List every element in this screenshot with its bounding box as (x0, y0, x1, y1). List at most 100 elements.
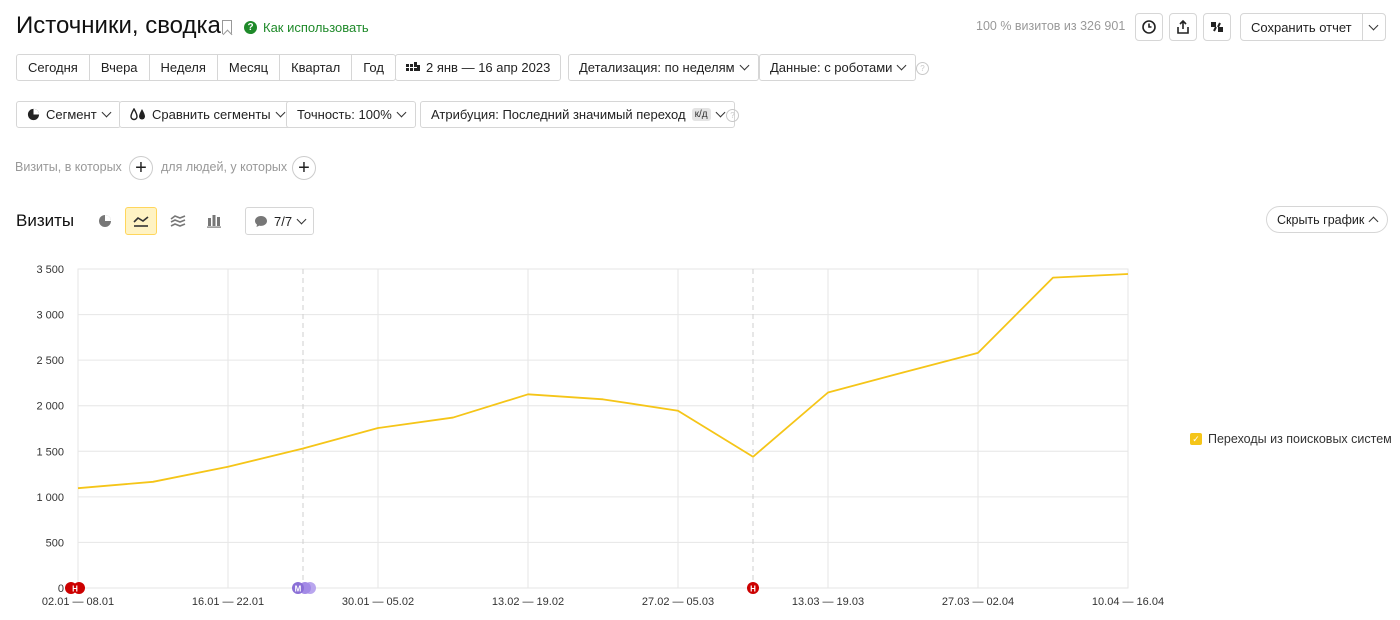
data-point (976, 351, 980, 355)
period-yesterday[interactable]: Вчера (90, 55, 150, 80)
y-tick-label: 500 (46, 537, 64, 549)
area-view-button[interactable] (162, 207, 194, 235)
marker-glyph: М (295, 585, 302, 594)
marker-glyph: Н (72, 585, 78, 594)
chart-legend[interactable]: ✓ Переходы из поисковых систем (1190, 432, 1392, 446)
x-tick-label: 27.03 — 02.04 (942, 596, 1014, 608)
data-point (151, 480, 155, 484)
export-button[interactable] (1169, 13, 1197, 41)
save-report-label: Сохранить отчет (1241, 14, 1363, 40)
people-filter-label: для людей, у которых (161, 160, 288, 174)
data-point (751, 455, 755, 459)
save-report-button[interactable]: Сохранить отчет (1240, 13, 1386, 41)
x-tick-label: 13.02 — 19.02 (492, 596, 564, 608)
data-point (76, 486, 80, 490)
sampling-note: 100 % визитов из 326 901 (976, 19, 1126, 33)
period-month[interactable]: Месяц (218, 55, 281, 80)
data-point (376, 426, 380, 430)
line-view-button[interactable] (125, 207, 157, 235)
chart-heading: Визиты (16, 211, 75, 230)
stacked-area-icon (170, 215, 186, 227)
share-icon (1177, 19, 1189, 34)
robots-dropdown[interactable]: Данные: с роботами (759, 54, 917, 81)
date-range-button[interactable]: 2 янв — 16 апр 2023 (395, 54, 562, 81)
bar-view-button[interactable] (198, 207, 230, 235)
series-layer (76, 272, 1130, 490)
segment-dropdown[interactable]: Сегмент (16, 101, 121, 128)
help-circle-icon: ? (244, 21, 257, 34)
hide-chart-button[interactable]: Скрыть график (1266, 206, 1389, 233)
chevron-down-icon (275, 107, 286, 118)
period-today[interactable]: Сегодня (17, 55, 90, 80)
chevron-down-icon (396, 107, 407, 118)
add-people-filter-button[interactable]: + (292, 156, 316, 180)
annotations-dropdown[interactable]: 7/7 (245, 207, 315, 235)
detail-dropdown[interactable]: Детализация: по неделям (568, 54, 759, 81)
period-quarter[interactable]: Квартал (280, 55, 353, 80)
how-to-use-label: Как использовать (263, 20, 369, 35)
history-button[interactable] (1135, 13, 1163, 41)
comment-icon (255, 215, 267, 227)
bookmark-icon[interactable] (222, 20, 232, 34)
y-tick-label: 0 (58, 583, 64, 595)
x-tick-label: 02.01 — 08.01 (42, 596, 114, 608)
chevron-down-icon[interactable] (1363, 20, 1385, 30)
series-line (77, 273, 1129, 490)
quote-icon (1211, 22, 1223, 32)
drops-icon (130, 108, 145, 121)
api-button[interactable] (1203, 13, 1231, 41)
line-chart-icon (133, 216, 149, 227)
pie-view-button[interactable] (89, 207, 121, 235)
legend-series-label: Переходы из поисковых систем (1208, 432, 1392, 446)
checkbox-checked-icon[interactable]: ✓ (1190, 433, 1202, 445)
data-point (676, 409, 680, 413)
x-tick-label: 16.01 — 22.01 (192, 596, 264, 608)
chart-grid (77, 268, 1129, 589)
data-point (601, 397, 605, 401)
data-point (1051, 276, 1055, 280)
x-axis-ticks: 02.01 — 08.01 16.01 — 22.01 30.01 — 05.02 1… (42, 596, 1164, 608)
marker-glyph: Н (750, 585, 756, 594)
hide-chart-label: Скрыть график (1277, 212, 1365, 227)
x-tick-label: 30.01 — 05.02 (342, 596, 414, 608)
y-tick-label: 1 000 (36, 492, 64, 504)
pie-icon (27, 108, 40, 121)
attribution-dropdown[interactable]: Атрибуция: Последний значимый переход к/… (420, 101, 735, 128)
data-point (901, 370, 905, 374)
y-axis-ticks: 0 500 1 000 1 500 2 000 2 500 3 000 3 500 (36, 264, 64, 595)
y-tick-label: 2 500 (36, 355, 64, 367)
clock-icon (1142, 20, 1156, 34)
chevron-down-icon (896, 60, 907, 71)
y-tick-label: 1 500 (36, 446, 64, 458)
chevron-down-icon (739, 60, 750, 71)
chevron-down-icon (296, 214, 307, 224)
x-tick-label: 27.02 — 05.03 (642, 596, 714, 608)
how-to-use-link[interactable]: ? Как использовать (244, 20, 369, 35)
page-title: Источники, сводка (16, 12, 221, 39)
help-icon[interactable]: ? (916, 62, 929, 75)
data-point (301, 447, 305, 451)
attribution-badge: к/д (691, 108, 711, 121)
detail-label: Детализация: по неделям (579, 60, 735, 75)
period-year[interactable]: Год (352, 55, 395, 80)
visits-filter-label: Визиты, в которых (15, 160, 122, 174)
chevron-down-icon (101, 107, 112, 118)
compare-segments-dropdown[interactable]: Сравнить сегменты (119, 101, 295, 128)
period-week[interactable]: Неделя (150, 55, 218, 80)
chevron-up-icon (1368, 216, 1379, 226)
visits-line-chart: 0 500 1 000 1 500 2 000 2 500 3 000 3 500 02.01… (36, 264, 1164, 608)
y-tick-label: 3 500 (36, 264, 64, 276)
segment-label: Сегмент (46, 107, 97, 122)
help-icon[interactable]: ? (726, 109, 739, 122)
chevron-down-icon (715, 107, 726, 118)
accuracy-dropdown[interactable]: Точность: 100% (286, 101, 416, 128)
calendar-icon (406, 61, 420, 71)
data-point (1126, 272, 1130, 276)
y-tick-label: 3 000 (36, 310, 64, 322)
data-point (526, 392, 530, 396)
x-tick-label: 10.04 — 16.04 (1092, 596, 1164, 608)
bar-chart-icon (207, 215, 221, 228)
compare-label: Сравнить сегменты (152, 107, 271, 122)
add-visits-filter-button[interactable]: + (129, 156, 153, 180)
accuracy-label: Точность: 100% (297, 107, 392, 122)
